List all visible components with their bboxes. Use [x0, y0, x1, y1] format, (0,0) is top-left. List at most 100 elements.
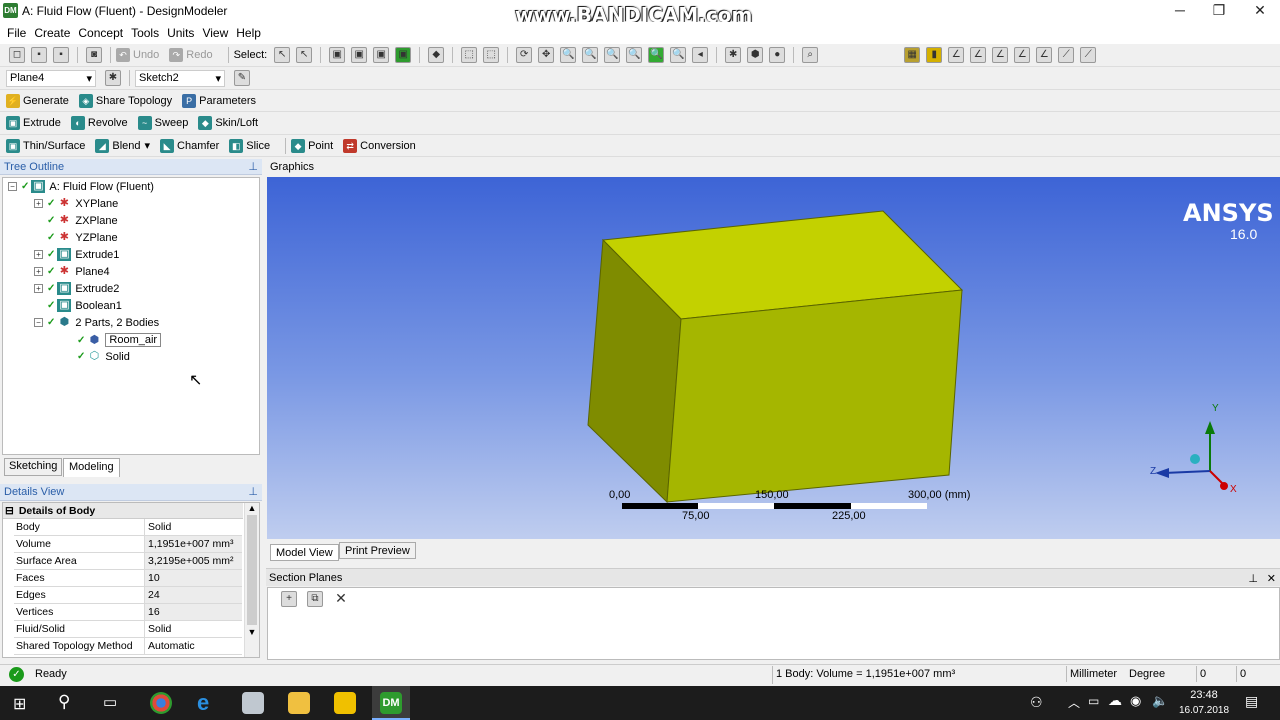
expand-icon[interactable]: +	[34, 250, 43, 259]
pin-icon[interactable]: ⊥	[1248, 572, 1258, 585]
generate-button[interactable]: ⚡ Generate	[6, 93, 69, 108]
edge-icon[interactable]: e	[197, 690, 209, 716]
edge-tool-6-icon[interactable]: ⟋	[1058, 47, 1075, 63]
pan-icon[interactable]: ✥	[538, 47, 555, 63]
display-point-icon[interactable]: ●	[769, 47, 786, 63]
new-plane-icon[interactable]: ✱	[105, 70, 121, 86]
tree-item-zxplane[interactable]: ✓ ✱ ZXPlane	[47, 214, 118, 227]
clock-date[interactable]: 16.07.2018	[1178, 705, 1230, 716]
chrome-icon[interactable]	[150, 692, 172, 714]
edge-tool-3-icon[interactable]: ∠	[992, 47, 1009, 63]
expand-icon[interactable]: +	[34, 199, 43, 208]
extend-selection-icon[interactable]: ◆	[428, 47, 445, 63]
edge-tool-1-icon[interactable]: ∠	[948, 47, 965, 63]
extrude-button[interactable]: ▣ Extrude	[6, 116, 61, 130]
tab-model-view[interactable]: Model View	[270, 544, 339, 561]
onedrive-icon[interactable]: ☁	[1108, 692, 1122, 709]
menu-file[interactable]: File	[7, 26, 26, 40]
undo-button[interactable]: ↶ Undo	[116, 48, 159, 62]
tray-chevron-icon[interactable]: ︿	[1068, 694, 1080, 711]
details-row[interactable]: Body Solid	[14, 519, 242, 536]
copy-section-plane-icon[interactable]: ⧉	[307, 591, 323, 607]
menu-units[interactable]: Units	[167, 26, 194, 40]
select-all-icon[interactable]: ⬚	[461, 47, 478, 63]
share-topology-button[interactable]: ◈ Share Topology	[78, 93, 172, 108]
sketch-dropdown[interactable]: Sketch2 ▾	[135, 69, 225, 87]
menu-create[interactable]: Create	[34, 26, 70, 40]
select-face-icon[interactable]: ▣	[373, 47, 390, 63]
tree-item-parts[interactable]: − ✓ ⬢ 2 Parts, 2 Bodies	[34, 316, 159, 329]
display-mode-icon[interactable]: ⬢	[747, 47, 764, 63]
clock-time[interactable]: 23:48	[1178, 689, 1230, 701]
notifications-icon[interactable]: ▤	[1245, 693, 1258, 710]
paint-icon[interactable]	[242, 692, 264, 714]
redo-button[interactable]: ↷ Redo	[169, 48, 213, 62]
delete-section-plane-icon[interactable]: ✕	[333, 591, 349, 607]
details-scrollbar[interactable]: ▲ ▼	[244, 503, 259, 657]
tree-item-xyplane[interactable]: + ✓ ✱ XYPlane	[34, 197, 118, 210]
details-row[interactable]: Shared Topology Method Automatic	[14, 638, 242, 655]
details-group-header[interactable]: ⊟ Details of Body	[3, 503, 243, 519]
task-view-icon[interactable]: ▭	[103, 693, 117, 711]
select-vertex-icon[interactable]: ▣	[329, 47, 346, 63]
rotate-icon[interactable]: ⟳	[516, 47, 533, 63]
blend-button[interactable]: ◢ Blend ▾	[95, 138, 150, 153]
windows-start-icon[interactable]: ⊞	[13, 694, 26, 714]
triad-icon[interactable]: ✱	[725, 47, 742, 63]
tab-print-preview[interactable]: Print Preview	[339, 542, 416, 559]
screenshot-icon[interactable]: ◙	[86, 47, 102, 63]
search-icon[interactable]: ⚲	[58, 692, 70, 712]
menu-view[interactable]: View	[202, 26, 228, 40]
tree-item-yzplane[interactable]: ✓ ✱ YZPlane	[47, 231, 118, 244]
tree-item-plane4[interactable]: + ✓ ✱ Plane4	[34, 265, 110, 278]
people-icon[interactable]: ⚇	[1030, 694, 1043, 711]
edge-tool-7-icon[interactable]: ⟋	[1080, 47, 1097, 63]
point-button[interactable]: ◆ Point	[291, 138, 333, 153]
file-explorer-icon[interactable]	[288, 692, 310, 714]
save-icon[interactable]: ▪	[31, 47, 47, 63]
collapse-icon[interactable]: −	[8, 182, 17, 191]
new-sketch-icon[interactable]: ✎	[234, 70, 250, 86]
tree-body-room-air[interactable]: ✓ ⬢ Room_air	[77, 333, 162, 347]
new-icon[interactable]: ◻	[9, 47, 25, 63]
edge-tool-2-icon[interactable]: ∠	[970, 47, 987, 63]
sweep-button[interactable]: ~ Sweep	[137, 116, 188, 130]
look-at-icon[interactable]: ⌕	[802, 47, 819, 63]
zoom-in-icon[interactable]: 🔍	[626, 47, 643, 63]
status-units[interactable]: Millimeter	[1066, 666, 1126, 682]
box-select-icon[interactable]: ⬚	[483, 47, 500, 63]
details-row[interactable]: Surface Area 3,2195e+005 mm²	[14, 553, 242, 570]
tree-item-extrude1[interactable]: + ✓ ▣ Extrude1	[34, 248, 119, 261]
minimize-button[interactable]: ─	[1160, 0, 1200, 22]
select-mode-icon[interactable]: ↖	[296, 47, 313, 63]
pin-icon[interactable]: ⊥	[248, 484, 258, 501]
select-point-icon[interactable]: ↖	[274, 47, 291, 63]
plane-dropdown[interactable]: Plane4 ▾	[6, 69, 96, 87]
tab-modeling[interactable]: Modeling	[63, 458, 120, 477]
details-row[interactable]: Vertices 16	[14, 604, 242, 621]
ansys-workbench-icon[interactable]	[334, 692, 356, 714]
chamfer-button[interactable]: ◣ Chamfer	[160, 138, 219, 153]
menu-tools[interactable]: Tools	[131, 26, 159, 40]
close-panel-icon[interactable]: ✕	[1267, 572, 1276, 585]
status-angle[interactable]: Degree	[1126, 666, 1196, 682]
magnifier-icon[interactable]: 🔍	[670, 47, 687, 63]
slice-button[interactable]: ◧ Slice	[229, 138, 270, 153]
select-edge-icon[interactable]: ▣	[351, 47, 368, 63]
expand-icon[interactable]: +	[34, 267, 43, 276]
new-section-plane-icon[interactable]: +	[281, 591, 297, 607]
display-plane-icon[interactable]: ▮	[926, 47, 943, 63]
battery-icon[interactable]: ▭	[1088, 694, 1099, 708]
skin-loft-button[interactable]: ◆ Skin/Loft	[198, 116, 258, 130]
thin-surface-button[interactable]: ▣ Thin/Surface	[6, 138, 85, 153]
menu-help[interactable]: Help	[236, 26, 261, 40]
details-row[interactable]: Faces 10	[14, 570, 242, 587]
tree-root[interactable]: − ✓ ▣ A: Fluid Flow (Fluent)	[8, 180, 154, 193]
collapse-icon[interactable]: −	[34, 318, 43, 327]
zoom-to-fit-icon[interactable]: 🔍	[648, 47, 665, 63]
parameters-button[interactable]: P Parameters	[182, 93, 256, 108]
display-edge-icon[interactable]: ▦	[904, 47, 921, 63]
pin-icon[interactable]: ⊥	[248, 159, 258, 175]
tab-sketching[interactable]: Sketching	[4, 458, 63, 476]
volume-icon[interactable]: 🔈	[1152, 693, 1168, 709]
